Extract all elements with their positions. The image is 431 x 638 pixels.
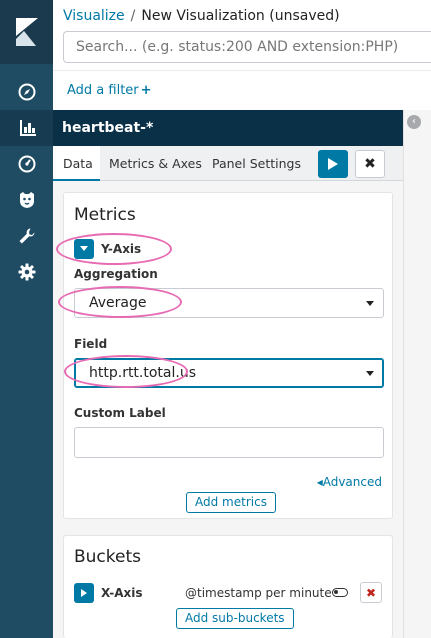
sidebar-item-dev-tools[interactable] xyxy=(0,218,53,254)
timelion-icon xyxy=(19,192,34,208)
discard-changes-button[interactable]: ✖ xyxy=(355,150,385,178)
x-axis-enable-toggle[interactable] xyxy=(332,588,348,597)
advanced-label: Advanced xyxy=(322,475,382,489)
index-pattern-bar: heartbeat-* xyxy=(53,110,403,146)
add-sub-buckets-button[interactable]: Add sub-buckets xyxy=(176,608,294,629)
filter-bar: Add a filter + xyxy=(53,70,431,110)
tab-data[interactable]: Data xyxy=(53,146,100,181)
search-input[interactable] xyxy=(63,31,431,63)
page-title: New Visualization (unsaved) xyxy=(141,8,340,24)
add-filter-label: Add a filter xyxy=(67,83,139,98)
dashboard-icon xyxy=(18,155,35,173)
y-axis-label: Y-Axis xyxy=(101,242,142,256)
sidebar-item-timelion[interactable] xyxy=(0,182,53,218)
editor-panel: Metrics Y-Axis Aggregation Average Field… xyxy=(53,181,403,638)
aggregation-label: Aggregation xyxy=(74,267,158,281)
apply-changes-button[interactable] xyxy=(318,150,348,178)
advanced-toggle-link[interactable]: ◂Advanced xyxy=(317,475,382,489)
tab-panel-settings[interactable]: Panel Settings xyxy=(212,146,301,181)
sidebar-item-visualize[interactable] xyxy=(0,110,53,146)
gear-icon xyxy=(18,263,35,281)
chevron-right-icon xyxy=(81,589,87,597)
add-metrics-button[interactable]: Add metrics xyxy=(186,492,276,513)
aggregation-select[interactable]: Average xyxy=(74,288,384,318)
sidebar-collapse-strip: ‹ xyxy=(403,110,431,638)
kibana-logo-icon xyxy=(15,18,38,46)
x-axis-label: X-Axis xyxy=(101,586,143,600)
x-axis-toggle-button[interactable] xyxy=(74,583,94,603)
caret-down-icon xyxy=(366,371,374,376)
sidebar-item-discover[interactable] xyxy=(0,74,53,110)
custom-label-label: Custom Label xyxy=(74,406,166,420)
collapse-sidebar-icon[interactable]: ‹ xyxy=(407,115,421,129)
caret-down-icon xyxy=(366,301,374,306)
metrics-card: Metrics Y-Axis Aggregation Average Field… xyxy=(63,192,393,519)
plus-icon: + xyxy=(140,83,152,98)
x-axis-summary: @timestamp per minute xyxy=(185,586,332,600)
buckets-card: Buckets X-Axis @timestamp per minute ✖ A… xyxy=(63,535,393,638)
aggregation-value: Average xyxy=(89,295,147,311)
bar-chart-icon xyxy=(20,120,36,136)
sidebar-item-dashboard[interactable] xyxy=(0,146,53,182)
field-value: http.rtt.total.us xyxy=(89,365,197,381)
breadcrumb-visualize-link[interactable]: Visualize xyxy=(63,8,125,24)
remove-x-axis-button[interactable]: ✖ xyxy=(360,582,382,603)
chevron-down-icon xyxy=(80,246,88,251)
tab-metrics-axes[interactable]: Metrics & Axes xyxy=(109,146,202,181)
add-filter-link[interactable]: Add a filter + xyxy=(67,83,152,98)
sidebar-item-management[interactable] xyxy=(0,254,53,290)
play-icon xyxy=(328,158,338,170)
editor-tabs: Data Metrics & Axes Panel Settings ✖ xyxy=(53,146,403,181)
field-select[interactable]: http.rtt.total.us xyxy=(74,358,384,388)
index-pattern-title: heartbeat-* xyxy=(62,120,154,136)
breadcrumb: Visualize / New Visualization (unsaved) xyxy=(63,8,340,24)
metrics-title: Metrics xyxy=(74,205,136,225)
compass-icon xyxy=(18,83,35,101)
wrench-icon xyxy=(19,228,34,244)
custom-label-input[interactable] xyxy=(74,427,384,458)
buckets-title: Buckets xyxy=(74,547,142,567)
kibana-logo[interactable] xyxy=(0,0,53,64)
app-sidebar xyxy=(0,0,53,638)
y-axis-toggle-button[interactable] xyxy=(74,239,94,259)
field-label: Field xyxy=(74,337,108,351)
breadcrumb-separator: / xyxy=(130,8,136,24)
